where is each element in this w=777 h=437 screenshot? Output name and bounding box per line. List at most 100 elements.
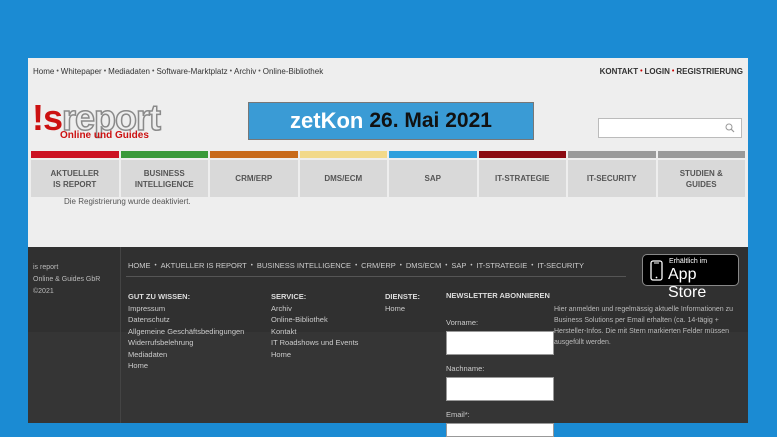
top-bar: Home • Whitepaper • Mediadaten • Software-M… bbox=[28, 58, 748, 84]
nav-item-dms-ecm[interactable]: DMS/ECM bbox=[299, 151, 387, 197]
footer-column-gut-zu-wissen: GUT ZU WISSEN: Impressum Datenschutz All… bbox=[128, 291, 244, 372]
account-links: KONTAKT • LOGIN • REGISTRIERUNG bbox=[600, 67, 748, 76]
banner-date: 26. Mai 2021 bbox=[369, 109, 492, 132]
page: Home • Whitepaper • Mediadaten • Software-M… bbox=[28, 58, 748, 437]
footer-link-it-roadshows[interactable]: IT Roadshows und Events bbox=[271, 337, 358, 349]
footer-link-agb[interactable]: Allgemeine Geschäftsbedingungen bbox=[128, 326, 244, 338]
footer-link-impressum[interactable]: Impressum bbox=[128, 303, 244, 315]
newsletter-form: NEWSLETTER ABONNIEREN Vorname: Nachname:… bbox=[446, 291, 558, 437]
footer-menu-home[interactable]: HOME bbox=[128, 261, 151, 270]
nav-item-label[interactable]: CRM/ERP bbox=[210, 160, 298, 197]
top-link-home[interactable]: Home bbox=[33, 67, 54, 76]
footer-menu: HOME • AKTUELLER IS REPORT • BUSINESS INTE… bbox=[128, 261, 584, 270]
newsletter-description: Hier anmelden und regelmässig aktuelle I… bbox=[554, 306, 733, 346]
nav-item-label[interactable]: IT-SECURITY bbox=[568, 160, 656, 197]
nav-item-business-intelligence[interactable]: BUSINESS INTELLIGENCE bbox=[120, 151, 208, 197]
nav-item-it-security[interactable]: IT-SECURITY bbox=[568, 151, 656, 197]
copyright-line: is report bbox=[33, 264, 59, 271]
bullet-separator: • bbox=[355, 262, 358, 269]
footer-menu-crm-erp[interactable]: CRM/ERP bbox=[361, 261, 396, 270]
login-link[interactable]: LOGIN bbox=[645, 67, 670, 76]
nav-item-label[interactable]: AKTUELLER IS REPORT bbox=[31, 160, 119, 197]
bullet-separator: • bbox=[154, 262, 157, 269]
nav-item-studien-guides[interactable]: STUDIEN & GUIDES bbox=[657, 151, 745, 197]
bullet-separator: • bbox=[151, 67, 155, 75]
nav-item-label[interactable]: IT-STRATEGIE bbox=[478, 160, 566, 197]
footer-link-datenschutz[interactable]: Datenschutz bbox=[128, 314, 244, 326]
nachname-field[interactable] bbox=[446, 377, 554, 401]
footer: is report Online & Guides GbR ©2021 HOME… bbox=[28, 247, 748, 437]
footer-column-service: SERVICE: Archiv Online-Bibliothek Kontak… bbox=[271, 291, 358, 360]
footer-column-dienste: DIENSTE: Home bbox=[385, 291, 420, 314]
nav-color-stripe bbox=[31, 151, 119, 158]
bullet-separator: • bbox=[470, 262, 473, 269]
footer-menu-dms-ecm[interactable]: DMS/ECM bbox=[406, 261, 441, 270]
footer-link-home[interactable]: Home bbox=[128, 360, 244, 372]
registration-notice: Die Registrierung wurde deaktiviert. bbox=[64, 197, 191, 206]
nav-item-aktueller-is-report[interactable]: AKTUELLER IS REPORT bbox=[31, 151, 119, 197]
search-icon[interactable] bbox=[725, 123, 735, 133]
email-label: Email*: bbox=[446, 410, 470, 419]
footer-menu-divider bbox=[126, 276, 626, 277]
site-logo[interactable]: !sreport Online und Guides bbox=[32, 96, 192, 145]
nav-item-crm-erp[interactable]: CRM/ERP bbox=[210, 151, 298, 197]
nachname-label: Nachname: bbox=[446, 364, 485, 373]
nav-item-label[interactable]: STUDIEN & GUIDES bbox=[657, 160, 745, 197]
main-navigation: AKTUELLER IS REPORT BUSINESS INTELLIGENCE… bbox=[31, 151, 745, 197]
kontakt-link[interactable]: KONTAKT bbox=[600, 67, 639, 76]
column-heading: SERVICE: bbox=[271, 292, 307, 301]
footer-menu-sap[interactable]: SAP bbox=[451, 261, 466, 270]
nav-item-it-strategie[interactable]: IT-STRATEGIE bbox=[478, 151, 566, 197]
nav-item-label[interactable]: BUSINESS INTELLIGENCE bbox=[120, 160, 208, 197]
copyright-line: ©2021 bbox=[33, 288, 54, 295]
zetkon-banner-ad[interactable]: zetKon 26. Mai 2021 bbox=[248, 102, 534, 140]
nav-color-stripe bbox=[478, 151, 566, 158]
bullet-separator: • bbox=[671, 67, 675, 75]
registrierung-link[interactable]: REGISTRIERUNG bbox=[676, 67, 743, 76]
nav-item-label[interactable]: DMS/ECM bbox=[299, 160, 387, 197]
bullet-separator: • bbox=[258, 67, 261, 75]
footer-link-mediadaten[interactable]: Mediadaten bbox=[128, 349, 244, 361]
nav-item-label[interactable]: SAP bbox=[389, 160, 477, 197]
phone-icon bbox=[650, 260, 663, 281]
copyright-line: Online & Guides GbR bbox=[33, 276, 101, 283]
footer-link-widerrufsbelehrung[interactable]: Widerrufsbelehrung bbox=[128, 337, 244, 349]
nav-color-stripe bbox=[657, 151, 745, 158]
top-link-software-marktplatz[interactable]: Software-Marktplatz bbox=[156, 67, 227, 76]
footer-link-kontakt[interactable]: Kontakt bbox=[271, 326, 358, 338]
footer-menu-it-security[interactable]: IT-SECURITY bbox=[537, 261, 584, 270]
top-link-whitepaper[interactable]: Whitepaper bbox=[61, 67, 102, 76]
footer-link-online-bibliothek[interactable]: Online-Bibliothek bbox=[271, 314, 358, 326]
nav-color-stripe bbox=[568, 151, 656, 158]
app-store-badge[interactable]: Erhältlich im App Store bbox=[642, 254, 739, 301]
footer-link-archiv[interactable]: Archiv bbox=[271, 303, 358, 315]
logo-is: !s bbox=[32, 97, 63, 138]
app-store-big-text: App Store bbox=[668, 266, 707, 301]
top-link-online-bibliothek[interactable]: Online-Bibliothek bbox=[263, 67, 323, 76]
footer-menu-it-strategie[interactable]: IT-STRATEGIE bbox=[477, 261, 528, 270]
footer-divider bbox=[120, 247, 121, 423]
top-link-mediadaten[interactable]: Mediadaten bbox=[108, 67, 150, 76]
nav-color-stripe bbox=[299, 151, 387, 158]
vorname-field[interactable] bbox=[446, 331, 554, 355]
top-link-archiv[interactable]: Archiv bbox=[234, 67, 256, 76]
bullet-separator: • bbox=[103, 67, 107, 75]
bullet-separator: • bbox=[229, 67, 233, 75]
footer-link-home[interactable]: Home bbox=[385, 303, 420, 315]
bullet-separator: • bbox=[399, 262, 402, 269]
bullet-separator: • bbox=[250, 262, 253, 269]
app-store-small-text: Erhältlich im bbox=[669, 258, 708, 265]
vorname-label: Vorname: bbox=[446, 318, 479, 327]
footer-link-home[interactable]: Home bbox=[271, 349, 358, 361]
banner-brand: zetKon bbox=[290, 108, 364, 133]
bullet-separator: • bbox=[531, 262, 534, 269]
email-field[interactable] bbox=[446, 423, 554, 437]
nav-color-stripe bbox=[389, 151, 477, 158]
nav-color-stripe bbox=[210, 151, 298, 158]
bullet-separator: • bbox=[640, 67, 643, 75]
nav-item-sap[interactable]: SAP bbox=[389, 151, 477, 197]
search-input[interactable] bbox=[598, 118, 742, 138]
footer-menu-business-intelligence[interactable]: BUSINESS INTELLIGENCE bbox=[257, 261, 351, 270]
column-heading: DIENSTE: bbox=[385, 292, 421, 301]
footer-menu-aktueller-is-report[interactable]: AKTUELLER IS REPORT bbox=[161, 261, 247, 270]
